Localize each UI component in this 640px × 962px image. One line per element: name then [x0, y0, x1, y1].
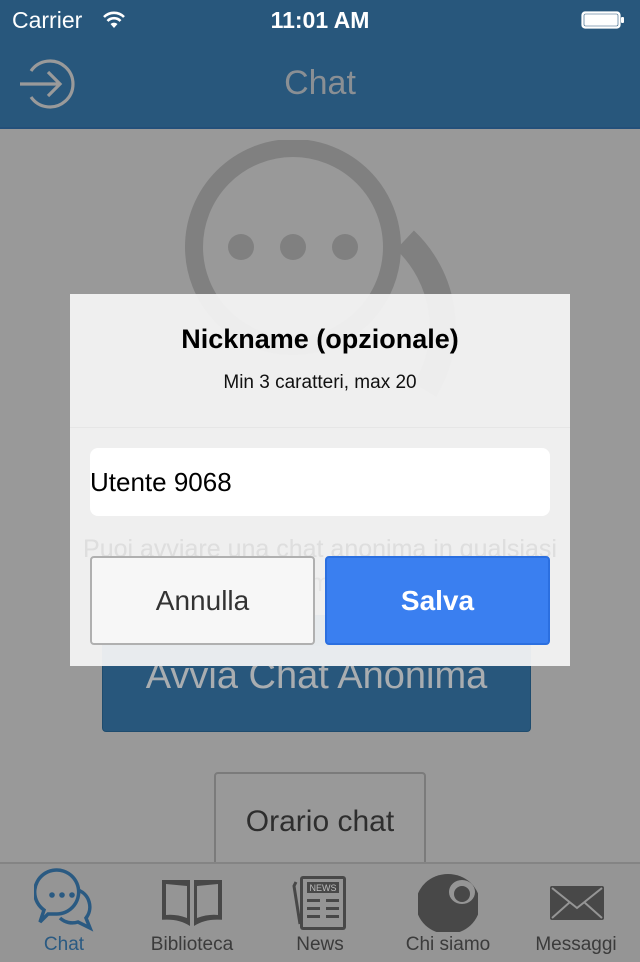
tab-biblioteca[interactable]: Biblioteca [128, 864, 256, 962]
svg-text:NEWS: NEWS [310, 883, 337, 893]
tab-label: Messaggi [535, 934, 617, 955]
dialog-subtitle: Min 3 caratteri, max 20 [223, 372, 417, 393]
tab-label: News [296, 934, 344, 955]
save-button[interactable]: Salva [325, 556, 550, 645]
cancel-button[interactable]: Annulla [90, 556, 315, 645]
dialog-title: Nickname (opzionale) [181, 324, 459, 354]
battery-icon [581, 11, 624, 29]
book-icon [162, 880, 222, 926]
top-bar: Carrier 11:01 AM Chat [0, 0, 640, 129]
nickname-dialog: Puoi avviare una chat anonima in qualsia… [70, 294, 570, 666]
start-button-ghost [102, 646, 531, 666]
about-icon [418, 874, 478, 932]
tab-chat[interactable]: Chat [0, 864, 128, 962]
divider [70, 427, 570, 428]
envelope-icon [550, 886, 604, 920]
nickname-input[interactable] [90, 448, 550, 516]
newspaper-icon: NEWS [292, 876, 346, 930]
tab-label: Chi siamo [405, 934, 491, 955]
chat-hours-button[interactable]: Orario chat [214, 772, 426, 872]
tab-bar: Chat Biblioteca NEWS News Chi siamo Mess… [0, 862, 640, 962]
tab-label: Biblioteca [150, 934, 234, 955]
page-title: Chat [284, 64, 356, 102]
status-bar: Carrier 11:01 AM [0, 0, 640, 40]
clock: 11:01 AM [270, 7, 370, 33]
tab-messaggi[interactable]: Messaggi [512, 864, 640, 962]
tab-news[interactable]: NEWS News [256, 864, 384, 962]
chat-icon [34, 868, 94, 932]
tab-chi-siamo[interactable]: Chi siamo [384, 864, 512, 962]
tab-label: Chat [43, 934, 85, 955]
